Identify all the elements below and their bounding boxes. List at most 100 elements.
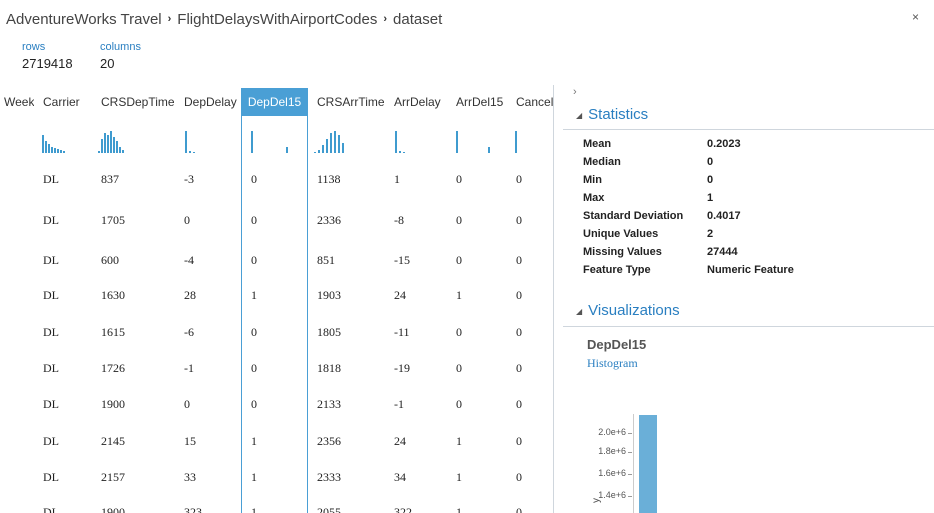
table-cell: 1900 [101,505,125,513]
column-arrdel15[interactable]: ArrDel15 0 0 0 1 0 0 0 1 1 1 [447,88,507,513]
column-header[interactable]: ArrDelay [385,88,447,116]
table-cell: 0 [456,213,462,227]
histogram-y-axis-label: y [591,498,602,503]
mini-histogram-bar [42,135,44,153]
close-icon[interactable]: × [912,10,919,24]
column-mini-histogram[interactable] [92,131,175,153]
column-header[interactable]: CRSArrTime [308,88,385,116]
table-cell: 24 [394,288,406,302]
table-cell: 2333 [317,470,341,484]
table-cell: 1 [251,505,257,513]
statistic-value: 2 [707,228,714,240]
table-cell: 1726 [101,361,125,375]
breadcrumb-separator-icon: › [383,13,388,25]
histogram-y-axis [633,414,634,513]
column-week[interactable]: Week [0,88,34,513]
column-mini-histogram[interactable] [175,131,241,153]
mini-histogram-bar [403,152,405,153]
table-cell: 1 [394,172,400,186]
mini-histogram-bar [251,131,253,153]
mini-histogram-bar [48,144,50,153]
mini-histogram-bar [54,148,56,153]
table-cell: -11 [394,325,410,339]
column-header[interactable]: Cancelled [507,88,553,116]
column-header[interactable]: DepDel15 [242,88,307,116]
statistic-value: Numeric Feature [707,264,794,276]
table-cell: -3 [184,172,194,186]
table-cell: 2145 [101,434,125,448]
table-cell: 0 [456,397,462,411]
column-header[interactable]: ArrDel15 [447,88,507,116]
table-cell: 15 [184,434,196,448]
mini-histogram-bar [342,143,344,153]
column-cancelled[interactable]: Cancelled 0 0 0 0 0 0 0 0 0 0 [507,88,553,513]
statistic-label: Standard Deviation [583,210,684,222]
table-cell: -6 [184,325,194,339]
rows-label: rows [22,41,46,53]
table-cell: 0 [516,325,522,339]
column-mini-histogram[interactable] [385,131,447,153]
table-cell: 1615 [101,325,125,339]
table-cell: 2336 [317,213,341,227]
column-mini-histogram[interactable] [0,131,34,153]
table-cell: 1818 [317,361,341,375]
mini-histogram-bar [51,147,53,153]
statistic-value: 1 [707,192,714,204]
table-cell: 0 [456,325,462,339]
table-cell: 1 [456,470,462,484]
table-cell: DL [43,325,59,339]
table-cell: 2356 [317,434,341,448]
collapse-panel-chevron-icon[interactable]: › [573,86,577,98]
mini-histogram-bar [399,151,401,153]
mini-histogram-bar [116,141,118,153]
column-header[interactable]: CRSDepTime [92,88,175,116]
column-header[interactable]: Week [0,88,34,116]
table-cell: 0 [251,172,257,186]
visualizations-title: Visualizations [588,302,680,319]
collapse-triangle-icon: ◢ [576,110,583,120]
mini-histogram-bar [113,137,115,153]
breadcrumb: AdventureWorks Travel › FlightDelaysWith… [6,9,442,29]
table-cell: 1 [251,288,257,302]
statistic-value: 0.2023 [707,138,741,150]
column-mini-histogram[interactable] [308,131,385,153]
column-crsdeptime[interactable]: CRSDepTime 837 1705 600 1630 1615 1726 1900 2145… [92,88,175,513]
mini-histogram-bar [119,147,121,153]
histogram-y-tick: 2.0e+6 [560,427,632,437]
statistic-value: 0 [707,174,714,186]
table-cell: 851 [317,253,335,267]
table-cell: -1 [184,361,194,375]
column-carrier[interactable]: Carrier DL DL DL DL DL DL DL DL DL DL [34,88,92,513]
column-arrdelay[interactable]: ArrDelay 1 -8 -15 24 -11 -19 -1 24 34 322 [385,88,447,513]
table-cell: 600 [101,253,119,267]
mini-histogram-bar [104,133,106,153]
collapse-triangle-icon: ◢ [576,306,583,316]
column-mini-histogram[interactable] [447,131,507,153]
table-cell: 1 [456,505,462,513]
table-cell: 1630 [101,288,125,302]
table-cell: -19 [394,361,410,375]
table-cell: 34 [394,470,406,484]
column-depdel15[interactable]: DepDel15 0 0 0 1 0 0 0 1 1 1 [241,88,308,513]
column-mini-histogram[interactable] [242,131,307,153]
table-cell: 0 [456,361,462,375]
column-header[interactable]: Carrier [34,88,92,116]
column-mini-histogram[interactable] [507,131,553,153]
table-cell: 0 [516,361,522,375]
viz-type-dropdown[interactable]: Histogram [587,356,638,371]
visualizations-section-toggle[interactable]: ◢ Visualizations [576,302,680,319]
table-cell: 0 [516,397,522,411]
mini-histogram-bar [318,150,320,153]
column-mini-histogram[interactable] [34,131,92,153]
statistics-section-toggle[interactable]: ◢ Statistics [576,106,648,123]
column-crsarrtime[interactable]: CRSArrTime 1138 2336 851 1903 1805 1818 2133 235… [308,88,385,513]
breadcrumb-item-experiment[interactable]: FlightDelaysWithAirportCodes [177,11,377,28]
breadcrumb-item-project[interactable]: AdventureWorks Travel [6,11,162,28]
column-header[interactable]: DepDelay [175,88,241,116]
table-cell: 0 [251,253,257,267]
table-cell: 1903 [317,288,341,302]
mini-histogram-bar [515,131,517,153]
mini-histogram-bar [330,133,332,153]
table-cell: DL [43,213,59,227]
column-depdelay[interactable]: DepDelay -3 0 -4 28 -6 -1 0 15 33 323 [175,88,241,513]
